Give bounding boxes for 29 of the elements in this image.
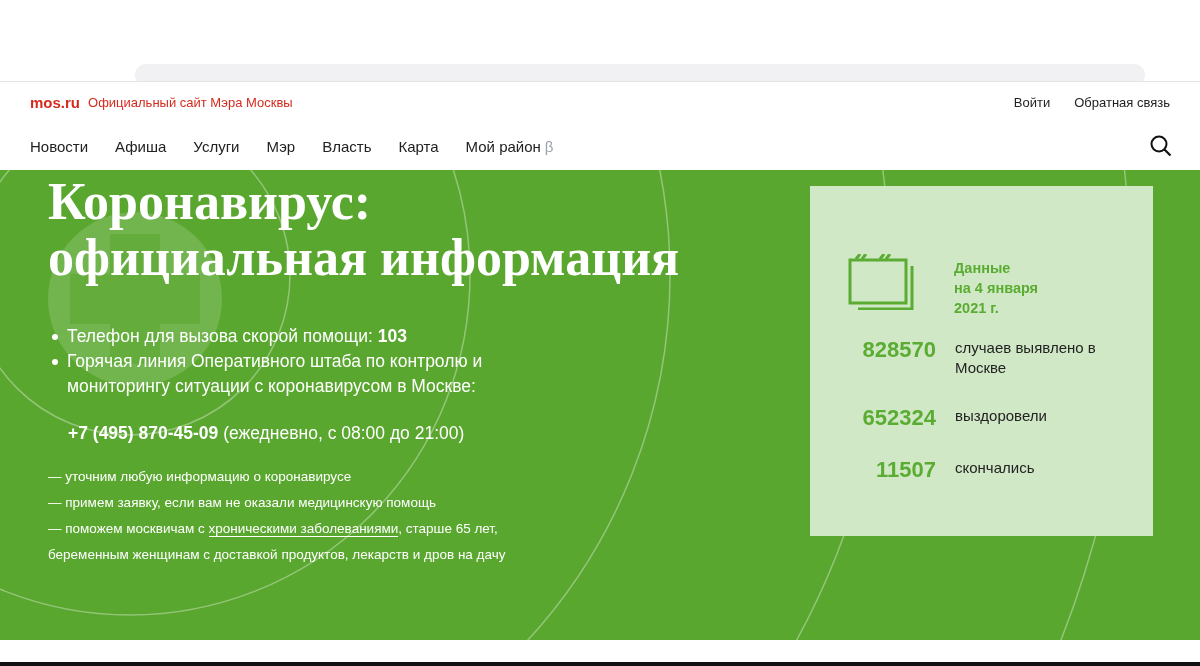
service-text: — поможем москвичам с хроническими заболеваниями, старше 65 лет, беременным женщинам с доставкой продуктов, лекарств и дров на дачу — [48, 520, 507, 564]
bullet-icon — [52, 359, 58, 365]
nav-link[interactable]: Власть — [322, 137, 372, 155]
stat-label: скончались — [955, 458, 1036, 478]
nav-link[interactable]: Афиша — [115, 137, 167, 155]
service-text: — примем заявку, если вам не оказали медицинскую помощь — [48, 494, 438, 512]
stat-value: 11507 — [875, 458, 936, 482]
nav-link[interactable]: Услуги — [193, 137, 240, 155]
bullet-icon — [52, 334, 58, 340]
calendar-icon — [848, 254, 914, 310]
bullet-text: Горячая линия Оперативного штаба по контролю и мониторингу ситуации с коронавирусом в Москве: — [67, 350, 484, 398]
stat-label: выздоровели — [955, 406, 1048, 426]
stat-value: 652324 — [861, 406, 936, 430]
header-link[interactable]: Войти — [1013, 95, 1051, 110]
stat-value: 828570 — [861, 338, 936, 362]
nav-link[interactable]: Мой район β — [465, 137, 554, 155]
nav-link[interactable]: Новости — [30, 137, 89, 155]
hero-title: Коронавирус: официальная информация — [48, 172, 681, 286]
header-link[interactable]: Обратная связь — [1074, 95, 1170, 110]
nav-link[interactable]: Мэр — [266, 137, 296, 155]
bullet-text: Телефон для вызова скорой помощи: 103 — [67, 325, 408, 348]
stat-label: случаев выявлено в Москве — [955, 338, 1097, 378]
service-text: — уточним любую информацию о коронавирусе — [48, 468, 353, 486]
data-date: Данные на 4 января 2021 г. — [954, 259, 1039, 318]
nav-link[interactable]: Карта — [398, 137, 439, 155]
site-tagline: Официальный сайт Мэра Москвы — [88, 94, 293, 110]
site-logo[interactable]: mos.ru — [30, 93, 80, 111]
search-icon[interactable] — [1150, 135, 1172, 157]
hotline-phone: +7 (495) 870-45-09 (ежедневно, с 08:00 до 21:00) — [68, 423, 466, 444]
